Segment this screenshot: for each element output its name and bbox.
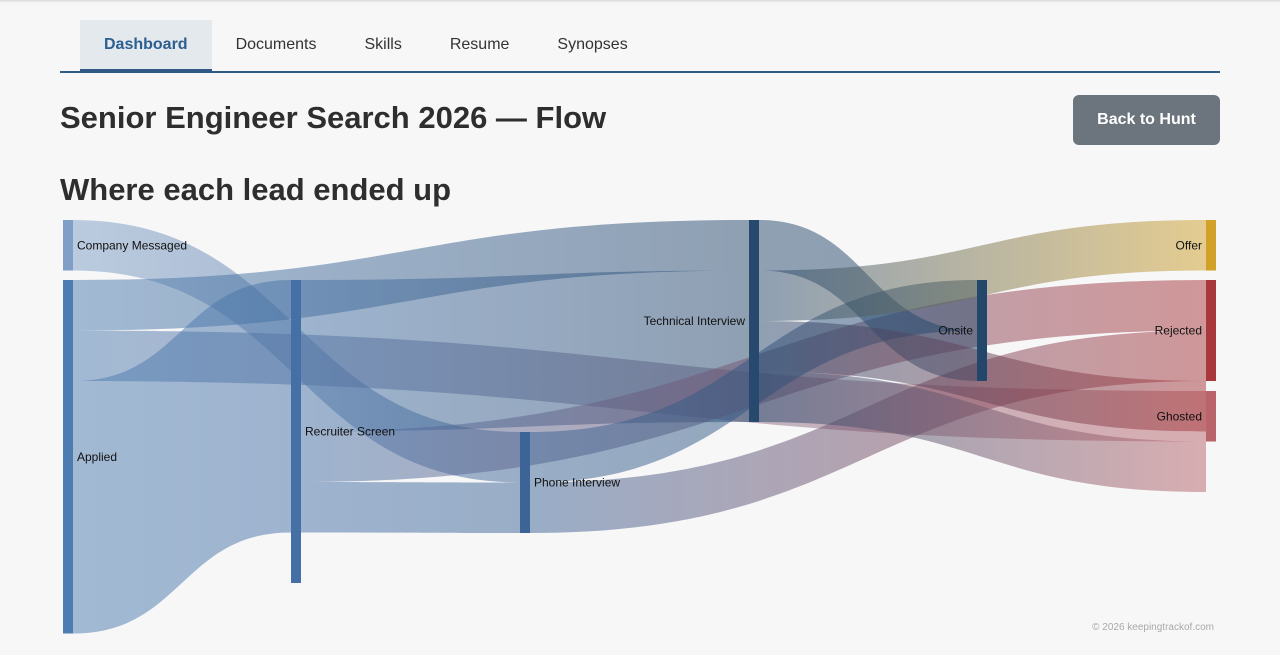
sankey-node-offer[interactable] bbox=[1206, 220, 1216, 271]
sankey-chart: Company Messaged Applied Recruiter Screen P… bbox=[63, 220, 1216, 634]
sankey-label-offer: Offer bbox=[1176, 238, 1202, 252]
sankey-node-applied[interactable] bbox=[63, 280, 73, 634]
sankey-label-rejected: Rejected bbox=[1155, 324, 1202, 338]
sankey-label-onsite: Onsite bbox=[938, 324, 973, 338]
footer-copyright: © 2026 keepingtrackof.com bbox=[1092, 622, 1214, 633]
sankey-label-company: Company Messaged bbox=[77, 238, 187, 252]
sankey-node-recruiter[interactable] bbox=[291, 280, 301, 583]
sankey-node-company[interactable] bbox=[63, 220, 73, 271]
sankey-node-technical[interactable] bbox=[749, 220, 759, 422]
sankey-node-rejected[interactable] bbox=[1206, 280, 1216, 381]
sankey-label-ghosted: Ghosted bbox=[1157, 409, 1202, 423]
sankey-node-onsite[interactable] bbox=[977, 280, 987, 381]
sankey-links bbox=[73, 220, 1206, 634]
sankey-node-phone[interactable] bbox=[520, 432, 530, 533]
sankey-link-recruiter-phone[interactable] bbox=[301, 482, 520, 533]
sankey-label-recruiter: Recruiter Screen bbox=[305, 425, 395, 439]
sankey-label-technical: Technical Interview bbox=[644, 314, 746, 328]
sankey-label-phone: Phone Interview bbox=[534, 476, 620, 490]
sankey-node-ghosted[interactable] bbox=[1206, 391, 1216, 442]
sankey-label-applied: Applied bbox=[77, 450, 117, 464]
